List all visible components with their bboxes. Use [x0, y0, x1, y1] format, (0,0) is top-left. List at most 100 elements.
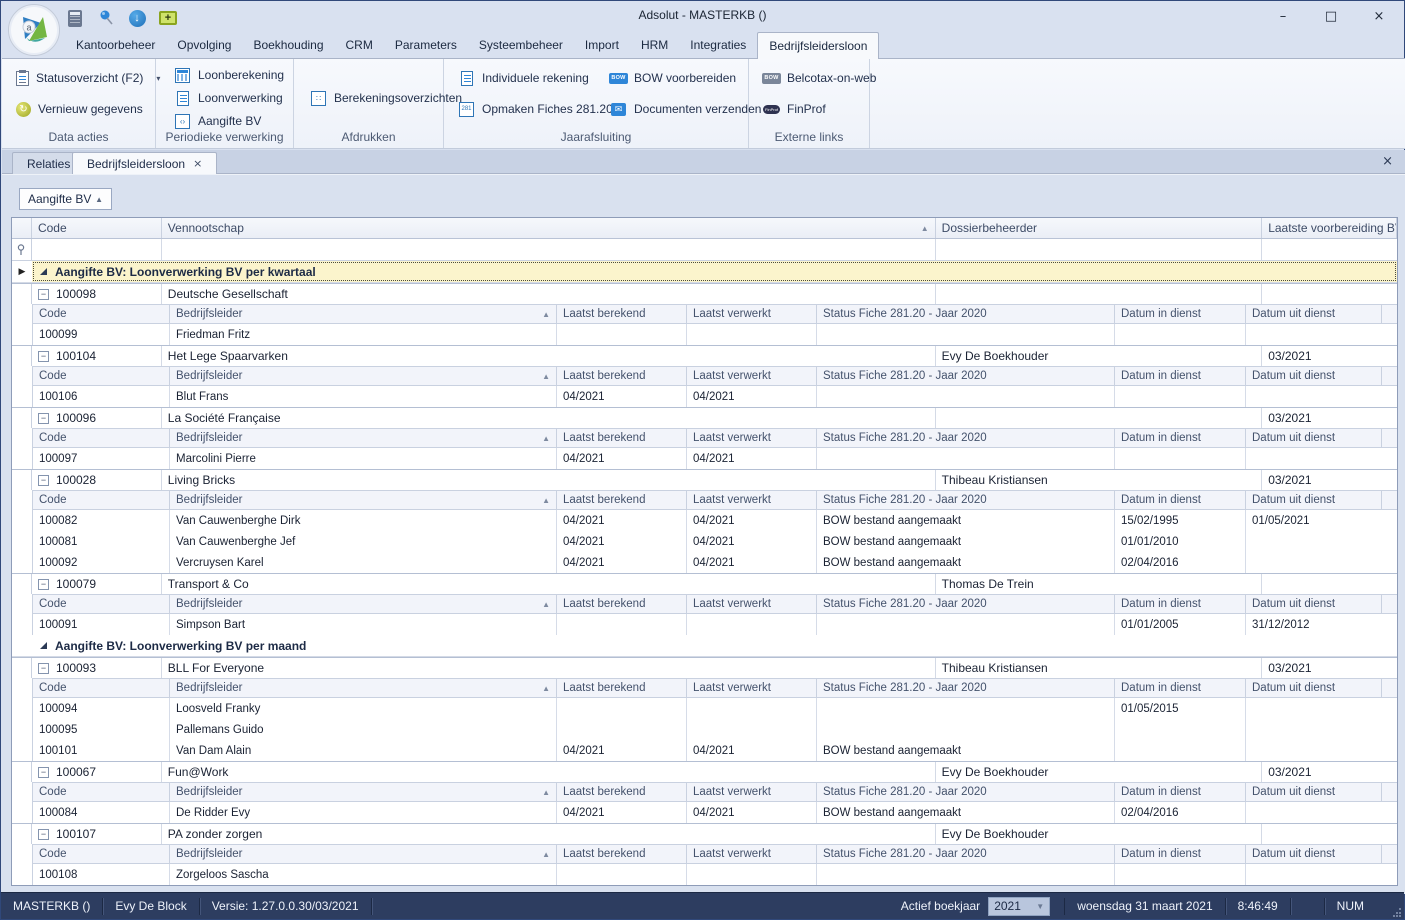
tab-bedrijfsleidersloon[interactable]: Bedrijfsleidersloon × [72, 152, 217, 174]
leader-row[interactable]: 100097 Marcolini Pierre 04/2021 04/2021 [33, 448, 1397, 469]
detail-column-code[interactable]: Code [33, 679, 170, 697]
statusoverzicht-button[interactable]: Statusoverzicht (F2) ▾ [10, 67, 155, 89]
aangifte-bv-button[interactable]: ‹› Aangifte BV [168, 110, 293, 132]
detail-column-code[interactable]: Code [33, 595, 170, 613]
leader-row[interactable]: 100092 Vercruysen Karel 04/2021 04/2021 … [33, 552, 1397, 573]
group-collapse-icon[interactable] [40, 642, 47, 649]
leader-row[interactable]: 100099 Friedman Fritz [33, 324, 1397, 345]
leader-row[interactable]: 100084 De Ridder Evy 04/2021 04/2021 BOW… [33, 802, 1397, 823]
detail-column-code[interactable]: Code [33, 429, 170, 447]
detail-column-code[interactable]: Code [33, 367, 170, 385]
detail-column-laatst-verwerkt[interactable]: Laatst verwerkt [687, 367, 817, 385]
company-row[interactable]: − 100104 Het Lege Spaarvarken Evy De Boe… [12, 345, 1397, 366]
finprof-button[interactable]: FinProf FinProf [757, 98, 869, 120]
detail-column-bedrijfsleider[interactable]: Bedrijfsleider ▲ [170, 367, 557, 385]
detail-column-status-fiche[interactable]: Status Fiche 281.20 - Jaar 2020 [817, 305, 1115, 323]
group-collapse-icon[interactable] [40, 268, 47, 275]
detail-column-laatst-verwerkt[interactable]: Laatst verwerkt [687, 679, 817, 697]
detail-column-bedrijfsleider[interactable]: Bedrijfsleider ▲ [170, 845, 557, 863]
filter-input-vennootschap[interactable] [162, 239, 936, 260]
detail-column-bedrijfsleider[interactable]: Bedrijfsleider ▲ [170, 783, 557, 801]
detail-column-laatst-berekend[interactable]: Laatst berekend [557, 429, 687, 447]
ribbon-tab-systeembeheer[interactable]: Systeembeheer [468, 32, 574, 58]
collapse-row-icon[interactable]: − [38, 413, 49, 424]
detail-column-laatst-berekend[interactable]: Laatst berekend [557, 491, 687, 509]
company-row[interactable]: − 100028 Living Bricks Thibeau Kristians… [12, 469, 1397, 490]
detail-column-datum-in-dienst[interactable]: Datum in dienst [1115, 595, 1246, 613]
collapse-row-icon[interactable]: − [38, 289, 49, 300]
detail-column-laatst-verwerkt[interactable]: Laatst verwerkt [687, 305, 817, 323]
leader-row[interactable]: 100095 Pallemans Guido [33, 719, 1397, 740]
ribbon-tab-opvolging[interactable]: Opvolging [166, 32, 242, 58]
collapse-row-icon[interactable]: − [38, 579, 49, 590]
leader-row[interactable]: 100082 Van Cauwenberghe Dirk 04/2021 04/… [33, 510, 1397, 531]
filter-input-code[interactable] [32, 239, 162, 260]
leader-row[interactable]: 100081 Van Cauwenberghe Jef 04/2021 04/2… [33, 531, 1397, 552]
detail-column-status-fiche[interactable]: Status Fiche 281.20 - Jaar 2020 [817, 783, 1115, 801]
ribbon-tab-kantoorbeheer[interactable]: Kantoorbeheer [65, 32, 166, 58]
detail-column-datum-in-dienst[interactable]: Datum in dienst [1115, 845, 1246, 863]
detail-column-datum-uit-dienst[interactable]: Datum uit dienst [1246, 429, 1382, 447]
detail-column-bedrijfsleider[interactable]: Bedrijfsleider ▲ [170, 491, 557, 509]
detail-column-code[interactable]: Code [33, 305, 170, 323]
detail-column-status-fiche[interactable]: Status Fiche 281.20 - Jaar 2020 [817, 845, 1115, 863]
leader-row[interactable]: 100106 Blut Frans 04/2021 04/2021 [33, 386, 1397, 407]
collapse-row-icon[interactable]: − [38, 663, 49, 674]
leader-row[interactable]: 100101 Van Dam Alain 04/2021 04/2021 BOW… [33, 740, 1397, 761]
column-header-dossierbeheerder[interactable]: Dossierbeheerder [936, 218, 1263, 238]
leader-row[interactable]: 100091 Simpson Bart 01/01/2005 31/12/201… [33, 614, 1397, 635]
detail-column-laatst-verwerkt[interactable]: Laatst verwerkt [687, 783, 817, 801]
detail-column-datum-in-dienst[interactable]: Datum in dienst [1115, 367, 1246, 385]
detail-column-status-fiche[interactable]: Status Fiche 281.20 - Jaar 2020 [817, 491, 1115, 509]
detail-column-status-fiche[interactable]: Status Fiche 281.20 - Jaar 2020 [817, 429, 1115, 447]
filter-pin-icon[interactable] [12, 239, 32, 260]
detail-column-status-fiche[interactable]: Status Fiche 281.20 - Jaar 2020 [817, 679, 1115, 697]
loonverwerking-button[interactable]: Loonverwerking [168, 87, 293, 109]
detail-column-datum-uit-dienst[interactable]: Datum uit dienst [1246, 595, 1382, 613]
detail-column-code[interactable]: Code [33, 491, 170, 509]
detail-column-datum-in-dienst[interactable]: Datum in dienst [1115, 491, 1246, 509]
filter-input-laatste-voorbereiding[interactable] [1262, 239, 1397, 260]
collapse-row-icon[interactable]: − [38, 475, 49, 486]
resize-grip[interactable] [1392, 907, 1402, 917]
ribbon-tab-integraties[interactable]: Integraties [679, 32, 757, 58]
maximize-button[interactable]: □ [1316, 5, 1346, 27]
detail-column-datum-uit-dienst[interactable]: Datum uit dienst [1246, 305, 1382, 323]
adsolut-logo-icon[interactable]: a [8, 4, 60, 56]
company-row[interactable]: − 100093 BLL For Everyone Thibeau Kristi… [12, 657, 1397, 678]
detail-column-bedrijfsleider[interactable]: Bedrijfsleider ▲ [170, 429, 557, 447]
group-row[interactable]: Aangifte BV: Loonverwerking BV per maand [12, 635, 1397, 657]
detail-column-laatst-verwerkt[interactable]: Laatst verwerkt [687, 429, 817, 447]
column-header-vennootschap[interactable]: Vennootschap ▲ [162, 218, 936, 238]
company-row[interactable]: − 100096 La Société Française 03/2021 [12, 407, 1397, 428]
company-row[interactable]: − 100079 Transport & Co Thomas De Trein [12, 573, 1397, 594]
detail-column-laatst-berekend[interactable]: Laatst berekend [557, 305, 687, 323]
ribbon-tab-import[interactable]: Import [574, 32, 630, 58]
bow-voorbereiden-button[interactable]: BOW BOW voorbereiden [604, 67, 767, 89]
belcotax-on-web-button[interactable]: BOW Belcotax-on-web [757, 67, 869, 89]
detail-column-laatst-berekend[interactable]: Laatst berekend [557, 783, 687, 801]
detail-column-datum-uit-dienst[interactable]: Datum uit dienst [1246, 845, 1382, 863]
detail-column-bedrijfsleider[interactable]: Bedrijfsleider ▲ [170, 679, 557, 697]
ribbon-tab-crm[interactable]: CRM [335, 32, 384, 58]
detail-column-datum-in-dienst[interactable]: Datum in dienst [1115, 305, 1246, 323]
detail-column-datum-uit-dienst[interactable]: Datum uit dienst [1246, 679, 1382, 697]
detail-column-datum-in-dienst[interactable]: Datum in dienst [1115, 783, 1246, 801]
loonberekening-button[interactable]: Loonberekening [168, 64, 293, 86]
detail-column-laatst-berekend[interactable]: Laatst berekend [557, 845, 687, 863]
filter-input-dossierbeheerder[interactable] [936, 239, 1263, 260]
collapse-row-icon[interactable]: − [38, 829, 49, 840]
detail-column-datum-uit-dienst[interactable]: Datum uit dienst [1246, 367, 1382, 385]
ribbon-tab-hrm[interactable]: HRM [630, 32, 679, 58]
detail-column-datum-uit-dienst[interactable]: Datum uit dienst [1246, 783, 1382, 801]
detail-column-laatst-berekend[interactable]: Laatst berekend [557, 679, 687, 697]
detail-column-laatst-berekend[interactable]: Laatst berekend [557, 367, 687, 385]
detail-column-datum-uit-dienst[interactable]: Datum uit dienst [1246, 491, 1382, 509]
detail-column-code[interactable]: Code [33, 845, 170, 863]
leader-row[interactable]: 100094 Loosveld Franky 01/05/2015 [33, 698, 1397, 719]
detail-column-laatst-verwerkt[interactable]: Laatst verwerkt [687, 491, 817, 509]
collapse-row-icon[interactable]: − [38, 351, 49, 362]
detail-column-bedrijfsleider[interactable]: Bedrijfsleider ▲ [170, 595, 557, 613]
individuele-rekening-button[interactable]: Individuele rekening [452, 67, 604, 89]
ribbon-tab-boekhouding[interactable]: Boekhouding [242, 32, 334, 58]
